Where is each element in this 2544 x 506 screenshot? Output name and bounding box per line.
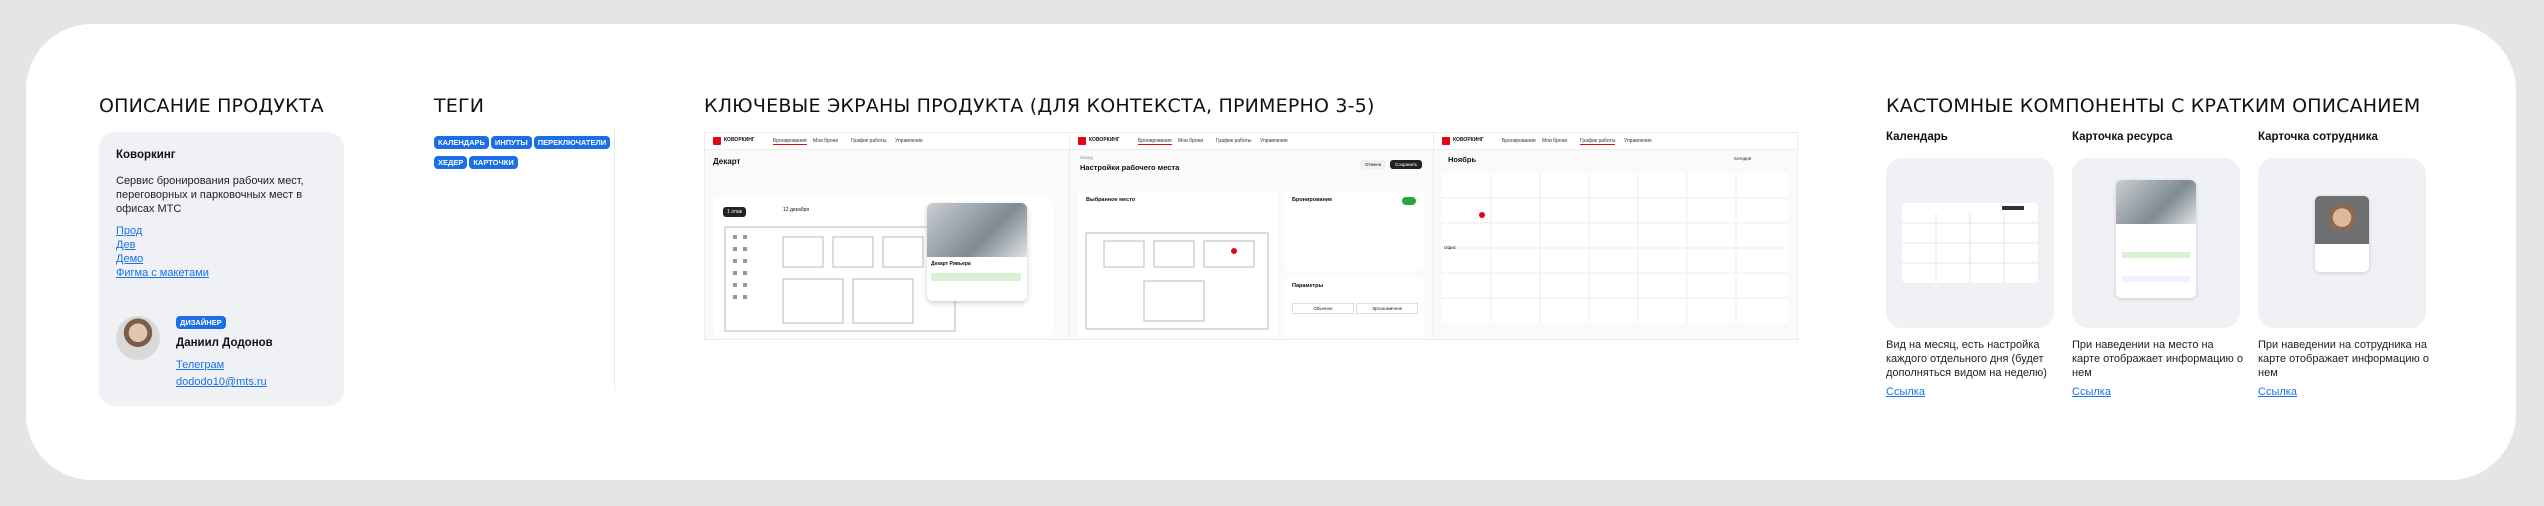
product-title: Коворкинг xyxy=(116,149,176,161)
mini-calendar-grid xyxy=(1902,206,2038,283)
cancel-button[interactable]: Отмена xyxy=(1360,160,1387,169)
screen-map-title: Декарт xyxy=(713,157,741,166)
nav-schedule-3[interactable]: График работы xyxy=(1580,138,1616,145)
person-name: Даниил Додонов xyxy=(176,337,273,349)
date-label: 12 декабря xyxy=(783,207,810,213)
link-figma[interactable]: Фигма с макетами xyxy=(116,267,209,279)
floor-button[interactable]: 1 этаж xyxy=(723,207,746,217)
screen-settings: КОВОРКИНГ Бронирования Мои брони График … xyxy=(1069,132,1434,340)
comp-employee-preview xyxy=(2258,158,2426,328)
nav-bookings-2[interactable]: Бронирования xyxy=(1138,138,1172,145)
comp-resource-link[interactable]: Ссылка xyxy=(2072,386,2111,398)
avatar xyxy=(116,316,160,360)
comp-calendar-preview xyxy=(1886,158,2054,328)
tag-inputs: Инпуты xyxy=(490,136,532,149)
tag-calendar: Календарь xyxy=(434,136,489,149)
comp-resource-title: Карточка ресурса xyxy=(2072,131,2173,143)
link-demo[interactable]: Демо xyxy=(116,253,143,265)
panel-right-title: Бронирование xyxy=(1292,197,1333,203)
resource-popup: Декарт Ривьера xyxy=(927,203,1027,301)
comp-employee-title: Карточка сотрудника xyxy=(2258,131,2378,143)
comp-calendar-link[interactable]: Ссылка xyxy=(1886,386,1925,398)
email-link[interactable]: dododo10@mts.ru xyxy=(176,376,267,388)
mini-resource-card xyxy=(2116,180,2196,298)
tag-switches: Переключатели xyxy=(533,136,611,149)
logo-text-2: КОВОРКИНГ xyxy=(1089,137,1120,143)
nav-manage[interactable]: Управление xyxy=(895,138,923,144)
calendar-lines xyxy=(1442,173,1788,323)
params-title: Параметры xyxy=(1292,283,1324,289)
comp-calendar-desc: Вид на месяц, есть настройка каждого отд… xyxy=(1886,339,2047,379)
telegram-link[interactable]: Телеграм xyxy=(176,359,224,371)
heading-screens: Ключевые экраны продукта (для контекста,… xyxy=(704,95,1375,117)
map-area[interactable]: 1 этаж 12 декабря Декарт Ривьера xyxy=(713,197,1053,337)
nav-my-bookings[interactable]: Мои брони xyxy=(813,138,838,144)
params-panel: Параметры Обычное Эргономичное xyxy=(1284,277,1424,337)
mini-calendar xyxy=(1902,203,2038,283)
role-badge: Дизайнер xyxy=(176,316,226,329)
comp-employee-link[interactable]: Ссылка xyxy=(2258,386,2297,398)
mini-employee-photo xyxy=(2315,196,2369,244)
selected-place-panel: Выбранное место xyxy=(1078,191,1278,337)
product-card: Коворкинг Сервис бронирования рабочих ме… xyxy=(99,132,344,406)
app-header-3: КОВОРКИНГ Бронирования Мои брони График … xyxy=(1434,133,1797,150)
booking-toggle[interactable] xyxy=(1402,197,1416,205)
nav-bookings-3[interactable]: Бронирования xyxy=(1502,138,1536,144)
product-description: Сервис бронирования рабочих мест, перего… xyxy=(116,175,304,215)
month-title: Ноябрь xyxy=(1448,155,1477,164)
booking-panel: Бронирование xyxy=(1284,191,1424,271)
floor-plan-2 xyxy=(1085,232,1269,330)
tag-header: Хедер xyxy=(434,156,468,169)
nav-manage-2[interactable]: Управление xyxy=(1260,138,1288,144)
mini-resource-photo xyxy=(2116,180,2196,224)
nav-my-bookings-3[interactable]: Мои брони xyxy=(1542,138,1567,144)
logo-text-3: КОВОРКИНГ xyxy=(1453,137,1484,143)
nav-schedule-2[interactable]: График работы xyxy=(1216,138,1251,144)
screen-calendar: КОВОРКИНГ Бронирования Мои брони График … xyxy=(1433,132,1798,340)
comp-calendar-title: Календарь xyxy=(1886,131,1948,143)
resource-photo xyxy=(927,203,1027,257)
app-header: КОВОРКИНГ Бронирования Мои брони График … xyxy=(705,133,1069,150)
logo-text: КОВОРКИНГ xyxy=(724,137,755,143)
popup-title: Декарт Ривьера xyxy=(931,261,971,267)
comp-resource-preview xyxy=(2072,158,2240,328)
nav-manage-3[interactable]: Управление xyxy=(1624,138,1652,144)
screen-map: КОВОРКИНГ Бронирования Мои брони График … xyxy=(704,132,1070,340)
comp-employee-desc: При наведении на сотрудника на карте ото… xyxy=(2258,339,2429,379)
save-button[interactable]: Сохранить xyxy=(1390,160,1423,169)
nav-bookings[interactable]: Бронирования xyxy=(773,138,807,145)
nav-my-bookings-2[interactable]: Мои брони xyxy=(1178,138,1203,144)
calendar-event: Офис xyxy=(1444,245,1456,250)
today-button[interactable]: Сегодня xyxy=(1734,156,1751,161)
option-regular[interactable]: Обычное xyxy=(1292,303,1354,314)
app-header-2: КОВОРКИНГ Бронирования Мои брони График … xyxy=(1070,133,1433,150)
mini-slots xyxy=(2122,252,2190,258)
divider xyxy=(614,128,615,390)
link-dev[interactable]: Дев xyxy=(116,239,135,251)
calendar-grid[interactable]: Офис xyxy=(1442,173,1788,323)
panel-left-title: Выбранное место xyxy=(1086,197,1136,203)
mini-booking xyxy=(2122,276,2190,282)
comp-resource-desc: При наведении на место на карте отобража… xyxy=(2072,339,2243,379)
settings-title: Настройки рабочего места xyxy=(1080,163,1180,172)
link-prod[interactable]: Прод xyxy=(116,225,142,237)
heading-tags: Теги xyxy=(434,95,485,117)
logo-icon-2 xyxy=(1078,137,1086,145)
option-ergonomic[interactable]: Эргономичное xyxy=(1356,303,1418,314)
mini-employee-card xyxy=(2315,196,2369,272)
heading-components: Кастомные компоненты с кратким описанием xyxy=(1886,95,2421,117)
back-link[interactable]: Назад xyxy=(1080,155,1093,160)
logo-icon-3 xyxy=(1442,137,1450,145)
logo-icon xyxy=(713,137,721,145)
time-slots xyxy=(931,273,1021,281)
heading-product: Описание продукта xyxy=(99,95,324,117)
tag-list: Календарь Инпуты Переключатели Хедер Карточк… xyxy=(434,132,614,172)
nav-schedule[interactable]: График работы xyxy=(851,138,886,144)
tag-cards: Карточки xyxy=(469,156,518,169)
